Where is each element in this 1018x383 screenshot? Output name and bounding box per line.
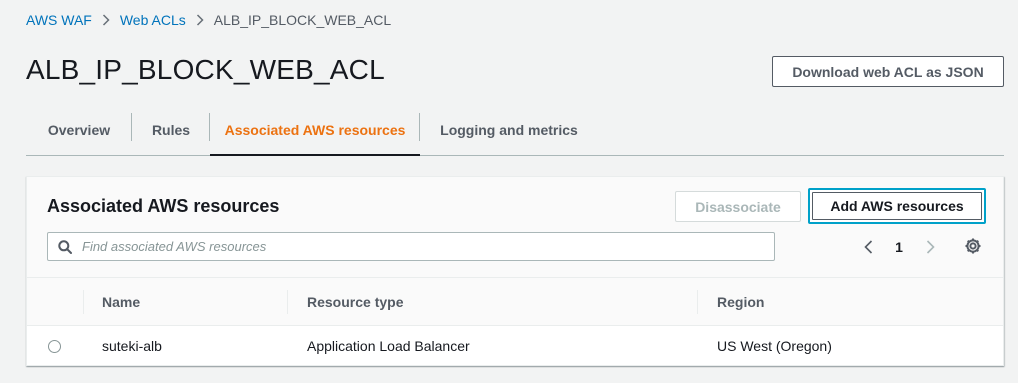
column-divider <box>697 290 698 314</box>
tab-rules[interactable]: Rules <box>132 104 210 155</box>
search-icon <box>58 239 72 254</box>
page-title: ALB_IP_BLOCK_WEB_ACL <box>26 54 385 85</box>
table-row[interactable]: suteki-alb Application Load Balancer US … <box>27 326 1003 366</box>
tab-logging-and-metrics[interactable]: Logging and metrics <box>420 104 598 155</box>
tab-label: Associated AWS resources <box>224 121 406 138</box>
cell-name: suteki-alb <box>102 338 162 354</box>
panel-header: Associated AWS resources Disassociate Ad… <box>27 177 1003 278</box>
panel-title: Associated AWS resources <box>47 196 280 216</box>
column-header-resource-type[interactable]: Resource type <box>307 278 403 326</box>
tab-label: Overview <box>47 121 111 138</box>
tab-associated-aws-resources[interactable]: Associated AWS resources <box>210 104 420 156</box>
cell-region: US West (Oregon) <box>717 338 832 354</box>
add-aws-resources-button[interactable]: Add AWS resources <box>808 188 986 224</box>
add-aws-resources-label: Add AWS resources <box>812 192 982 220</box>
breadcrumb-link-web-acls[interactable]: Web ACLs <box>120 12 186 28</box>
chevron-right-icon <box>196 14 204 26</box>
gear-icon[interactable] <box>963 236 983 256</box>
cell-resource-type: Application Load Balancer <box>307 338 470 354</box>
download-json-button[interactable]: Download web ACL as JSON <box>772 56 1004 87</box>
tab-label: Rules <box>151 121 191 138</box>
associated-resources-panel: Associated AWS resources Disassociate Ad… <box>26 176 1004 366</box>
column-divider <box>287 290 288 314</box>
tab-bar: Overview Rules Associated AWS resources … <box>26 104 1004 156</box>
column-header-name[interactable]: Name <box>102 278 140 326</box>
disassociate-button[interactable]: Disassociate <box>675 191 801 222</box>
table-header: Name Resource type Region <box>27 278 1003 326</box>
breadcrumb-current: ALB_IP_BLOCK_WEB_ACL <box>213 12 392 28</box>
tab-overview[interactable]: Overview <box>26 104 132 155</box>
column-header-region[interactable]: Region <box>717 278 764 326</box>
tab-label: Logging and metrics <box>440 121 578 138</box>
chevron-right-icon[interactable] <box>919 240 941 254</box>
breadcrumb-link-aws-waf[interactable]: AWS WAF <box>26 12 92 28</box>
search-field[interactable] <box>47 232 775 261</box>
chevron-right-icon <box>102 14 110 26</box>
column-divider <box>83 290 84 314</box>
chevron-left-icon[interactable] <box>857 240 879 254</box>
page-number[interactable]: 1 <box>879 239 919 255</box>
breadcrumb: AWS WAF Web ACLs ALB_IP_BLOCK_WEB_ACL <box>26 12 391 28</box>
pagination: 1 <box>857 235 941 259</box>
row-select-radio[interactable] <box>48 340 61 353</box>
search-input[interactable] <box>82 239 774 254</box>
